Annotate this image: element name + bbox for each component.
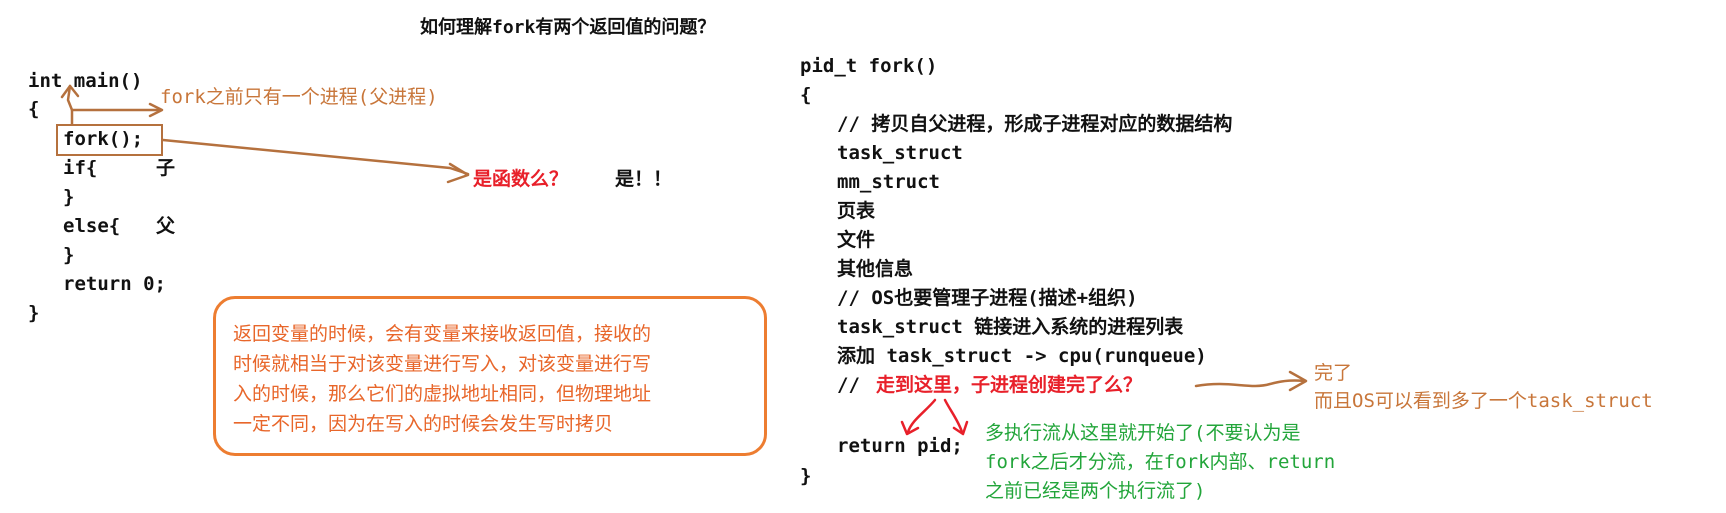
annotation-arrows [60,84,1308,436]
arrow-up-to-main [66,84,74,126]
arrow-to-is-function [161,138,470,176]
arrow-fork-flow-left [906,398,937,434]
arrow-to-done-answer [1194,379,1307,388]
arrow-to-is-function-head [446,162,470,184]
